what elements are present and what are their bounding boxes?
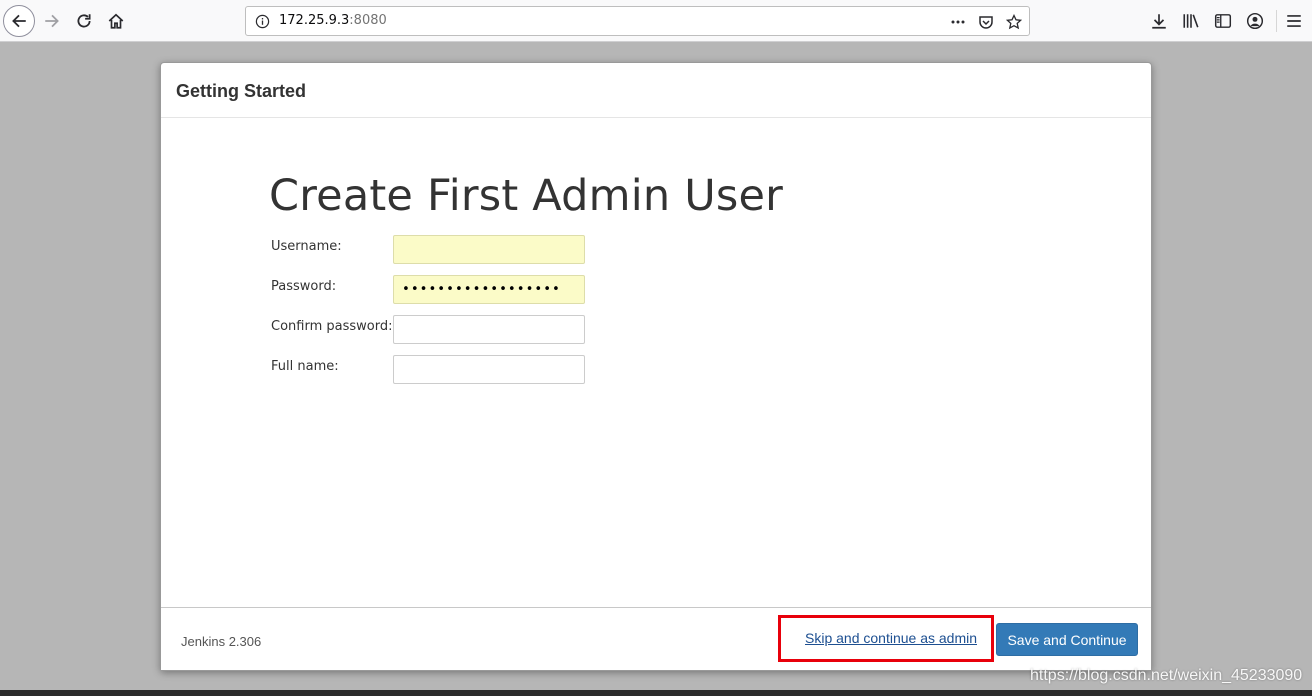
info-icon[interactable] [254, 13, 270, 29]
download-icon [1152, 14, 1166, 29]
menu-button[interactable] [1279, 6, 1309, 36]
dialog-header: Getting Started [161, 63, 1151, 118]
watermark: https://blog.csdn.net/weixin_45233090 [1030, 667, 1303, 684]
browser-toolbar: 172.25.9.3:8080 [0, 0, 1312, 42]
skip-and-continue-link[interactable]: Skip and continue as admin [805, 630, 977, 646]
full-name-label: Full name: [271, 359, 339, 374]
back-button[interactable] [3, 5, 35, 37]
url-text[interactable]: 172.25.9.3:8080 [279, 13, 387, 28]
url-port: :8080 [349, 13, 387, 28]
save-and-continue-button[interactable]: Save and Continue [996, 623, 1138, 656]
confirm-password-row: Confirm password: [271, 315, 591, 345]
bookmark-star-icon[interactable] [1003, 11, 1025, 33]
forward-button[interactable] [37, 6, 67, 36]
sidebar-icon [1214, 14, 1232, 28]
back-icon [12, 14, 26, 28]
username-label: Username: [271, 239, 342, 254]
account-icon [1246, 12, 1264, 30]
page-actions-icon[interactable] [947, 11, 969, 33]
username-row: Username: [271, 235, 591, 265]
password-row: Password: [271, 275, 591, 305]
pocket-icon[interactable] [975, 11, 997, 33]
full-name-input[interactable] [393, 355, 585, 384]
dialog-footer: Jenkins 2.306 Skip and continue as admin… [161, 607, 1151, 670]
taskbar-strip [0, 690, 1312, 696]
library-button[interactable] [1176, 6, 1206, 36]
menu-icon [1287, 15, 1301, 27]
url-host: 172.25.9.3 [279, 13, 350, 28]
confirm-password-label: Confirm password: [271, 319, 393, 334]
downloads-button[interactable] [1144, 6, 1174, 36]
address-bar[interactable]: 172.25.9.3:8080 [245, 6, 1030, 36]
version-label: Jenkins 2.306 [181, 634, 262, 649]
forward-icon [45, 14, 59, 28]
password-input[interactable] [393, 275, 585, 304]
sidebar-button[interactable] [1208, 6, 1238, 36]
home-icon [108, 13, 124, 29]
home-button[interactable] [101, 6, 131, 36]
password-label: Password: [271, 279, 337, 294]
account-button[interactable] [1240, 6, 1270, 36]
full-name-row: Full name: [271, 355, 591, 385]
reload-icon [77, 14, 91, 28]
confirm-password-input[interactable] [393, 315, 585, 344]
reload-button[interactable] [69, 6, 99, 36]
setup-dialog: Getting Started Create First Admin User … [160, 62, 1152, 671]
dialog-title: Getting Started [176, 81, 307, 101]
library-icon [1183, 14, 1199, 28]
page-heading: Create First Admin User [269, 171, 784, 221]
username-input[interactable] [393, 235, 585, 264]
toolbar-separator [1276, 10, 1277, 32]
